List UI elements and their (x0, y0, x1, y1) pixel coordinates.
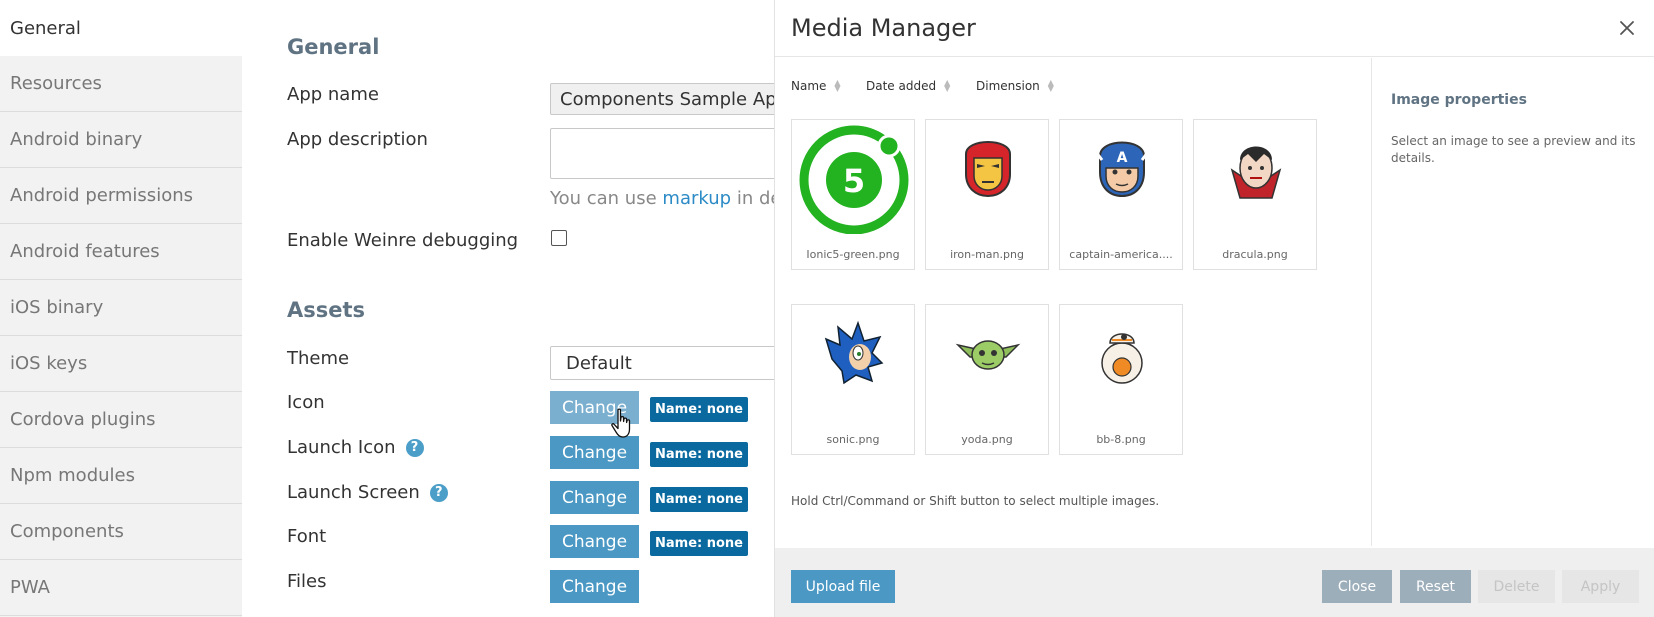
apply-button[interactable]: Apply (1562, 570, 1639, 603)
iron-man-icon (965, 141, 1011, 198)
sonic-icon (824, 320, 884, 385)
sort-arrows-icon: ▲ ▼ (834, 78, 841, 93)
settings-sidebar: General Resources Android binary Android… (0, 0, 242, 617)
media-manager-modal: Media Manager Name ▲ ▼ Date added ▲ ▼ Dime… (774, 0, 1654, 617)
delete-button[interactable]: Delete (1478, 570, 1555, 603)
sort-by-date[interactable]: Date added ▲ ▼ (866, 78, 951, 94)
image-properties-title: Image properties (1391, 92, 1527, 108)
image-properties-panel: Image properties Select an image to see … (1371, 58, 1654, 546)
yoda-icon (955, 340, 1021, 370)
image-properties-text: Select an image to see a preview and its… (1391, 134, 1636, 165)
sort-arrows-icon: ▲ ▼ (1047, 78, 1054, 93)
launch-icon-label-text: Launch Icon (287, 437, 396, 458)
weinre-debugging-checkbox[interactable] (551, 230, 567, 246)
help-icon[interactable]: ? (429, 483, 448, 502)
thumbnail-caption: captain-america.... (1069, 248, 1173, 261)
help-icon[interactable]: ? (405, 438, 424, 457)
thumbnail-caption: iron-man.png (950, 248, 1024, 261)
assets-section-title: Assets (287, 298, 366, 322)
app-description-field[interactable] (550, 128, 774, 179)
svg-text:A: A (1117, 150, 1128, 166)
image-thumbnail[interactable]: bb-8.png (1059, 304, 1183, 455)
sidebar-item-android-features[interactable]: Android features (0, 224, 242, 280)
general-section-title: General (287, 35, 380, 59)
modal-header: Media Manager (775, 0, 1654, 57)
app-description-label: App description (287, 129, 428, 150)
sidebar-item-general[interactable]: General (0, 0, 242, 56)
sort-dimension-label: Dimension (976, 79, 1040, 93)
font-name-badge: Name: none (650, 531, 748, 556)
files-label: Files (287, 571, 327, 592)
modal-footer: Upload file Close Reset Delete Apply (775, 548, 1654, 617)
hand-cursor-icon (611, 408, 631, 438)
thumbnail-caption: bb-8.png (1096, 433, 1146, 446)
multi-select-hint: Hold Ctrl/Command or Shift button to sel… (791, 494, 1160, 508)
close-icon[interactable] (1613, 14, 1641, 42)
theme-label: Theme (287, 348, 350, 369)
sort-by-dimension[interactable]: Dimension ▲ ▼ (976, 78, 1054, 94)
upload-file-button[interactable]: Upload file (791, 570, 895, 603)
sidebar-item-pwa[interactable]: PWA (0, 560, 242, 616)
settings-form: General App name Components Sample App A… (242, 0, 774, 617)
thumbnail-caption: Ionic5-green.png (806, 248, 900, 261)
sidebar-item-npm-modules[interactable]: Npm modules (0, 448, 242, 504)
launch-screen-name-badge: Name: none (650, 487, 748, 512)
sidebar-item-ios-keys[interactable]: iOS keys (0, 336, 242, 392)
sidebar-item-resources[interactable]: Resources (0, 56, 242, 112)
sidebar-item-components[interactable]: Components (0, 504, 242, 560)
app-name-label: App name (287, 84, 379, 105)
launch-icon-name-badge: Name: none (650, 442, 748, 467)
thumbnail-caption: sonic.png (826, 433, 880, 446)
image-thumbnail[interactable]: dracula.png (1193, 119, 1317, 270)
image-thumbnail[interactable]: iron-man.png (925, 119, 1049, 270)
font-label: Font (287, 526, 327, 547)
dracula-icon (1230, 146, 1282, 199)
thumbnail-caption: yoda.png (961, 433, 1013, 446)
thumbnail-caption: dracula.png (1222, 248, 1288, 261)
sort-name-label: Name (791, 79, 827, 93)
files-change-button[interactable]: Change (550, 570, 639, 603)
sort-arrows-icon: ▲ ▼ (944, 78, 951, 93)
markup-hint: You can use markup in des (550, 188, 774, 209)
image-thumbnail[interactable]: yoda.png (925, 304, 1049, 455)
markup-hint-prefix: You can use (550, 188, 657, 209)
theme-select[interactable]: Default (550, 346, 774, 380)
launch-screen-label-text: Launch Screen (287, 482, 420, 503)
sidebar-item-ios-binary[interactable]: iOS binary (0, 280, 242, 336)
weinre-debugging-label: Enable Weinre debugging (287, 230, 519, 251)
font-change-button[interactable]: Change (550, 525, 639, 558)
ionic5-logo-icon: 5 (799, 125, 909, 234)
image-thumbnail[interactable]: 5 Ionic5-green.png (791, 119, 915, 270)
markup-link[interactable]: markup (662, 188, 731, 209)
launch-icon-label: Launch Icon ? (287, 437, 424, 458)
sidebar-item-android-permissions[interactable]: Android permissions (0, 168, 242, 224)
image-thumbnail[interactable]: A captain-america.... (1059, 119, 1183, 270)
image-thumbnail[interactable]: sonic.png (791, 304, 915, 455)
sidebar-item-android-binary[interactable]: Android binary (0, 112, 242, 168)
sort-date-label: Date added (866, 79, 937, 93)
reset-button[interactable]: Reset (1400, 570, 1471, 603)
markup-hint-suffix: in des (736, 188, 774, 209)
launch-screen-label: Launch Screen ? (287, 482, 448, 503)
close-button[interactable]: Close (1322, 570, 1392, 603)
sort-by-name[interactable]: Name ▲ ▼ (791, 78, 841, 94)
launch-screen-change-button[interactable]: Change (550, 481, 639, 514)
launch-icon-change-button[interactable]: Change (550, 436, 639, 469)
icon-name-badge: Name: none (650, 397, 748, 422)
sidebar-item-cordova-plugins[interactable]: Cordova plugins (0, 392, 242, 448)
captain-america-icon: A (1094, 141, 1150, 198)
bb8-icon (1101, 333, 1143, 384)
app-name-field[interactable]: Components Sample App (550, 83, 774, 115)
modal-title: Media Manager (791, 14, 976, 42)
icon-label: Icon (287, 392, 325, 413)
svg-text:5: 5 (843, 162, 865, 200)
